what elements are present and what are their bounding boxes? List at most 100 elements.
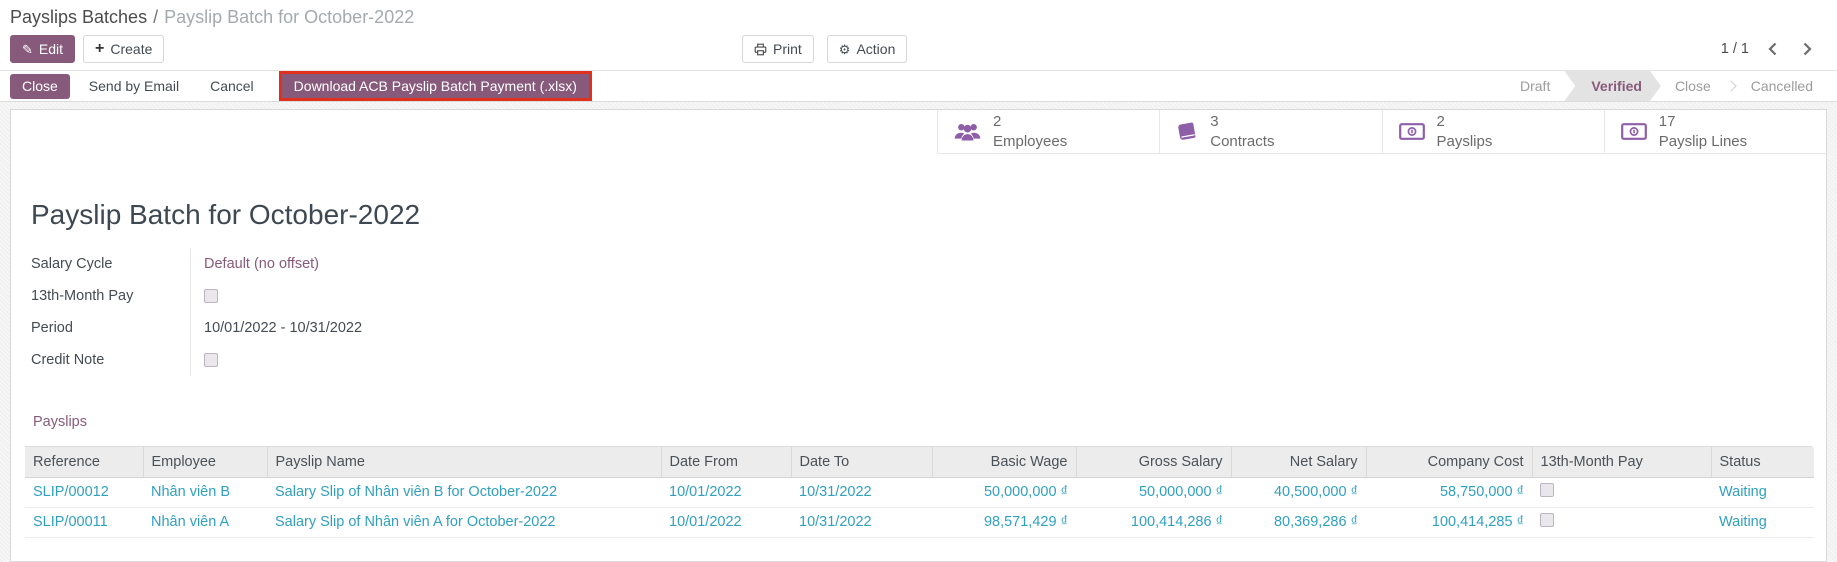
cell-gross-salary[interactable]: 50,000,000 ₫ — [1076, 477, 1231, 508]
edit-button[interactable]: ✎ Edit — [10, 35, 76, 63]
status-step-cancelled[interactable]: Cancelled — [1741, 78, 1823, 94]
pencil-icon: ✎ — [22, 41, 33, 57]
cell-net-salary[interactable]: 40,500,000 ₫ — [1231, 477, 1366, 508]
breadcrumb-parent-link[interactable]: Payslips Batches — [10, 7, 147, 27]
pager-previous-button[interactable] — [1761, 40, 1784, 58]
cancel-button[interactable]: Cancel — [198, 74, 266, 99]
column-header-date-to[interactable]: Date To — [791, 447, 933, 478]
action-button[interactable]: ⚙ Action — [826, 35, 908, 63]
control-panel-buttons: ✎ Edit + Create Print ⚙ Action 1 / 1 — [10, 35, 1821, 63]
field-credit-note: Credit Note — [31, 344, 591, 376]
cell-13th-month-pay — [1532, 477, 1711, 508]
field-label-period: Period — [31, 312, 191, 344]
cell-status[interactable]: Waiting — [1711, 507, 1814, 538]
tab-payslips[interactable]: Payslips — [33, 414, 87, 430]
cell-date-to[interactable]: 10/31/2022 — [791, 477, 932, 508]
field-salary-cycle: Salary Cycle Default (no offset) — [31, 248, 591, 280]
create-button[interactable]: + Create — [83, 35, 165, 63]
stat-button-payslips[interactable]: 2 Payslips — [1381, 110, 1604, 153]
cell-13th-month-pay — [1532, 507, 1711, 538]
column-header-payslip-name[interactable]: Payslip Name — [267, 447, 662, 478]
field-label-credit-note: Credit Note — [31, 344, 191, 376]
plus-icon: + — [95, 40, 105, 57]
cell-status[interactable]: Waiting — [1711, 477, 1814, 508]
stat-button-payslip-lines[interactable]: 17 Payslip Lines — [1603, 110, 1826, 153]
edit-button-label: Edit — [38, 41, 64, 57]
column-header-net-salary[interactable]: Net Salary — [1231, 447, 1367, 478]
notebook-tabs: Payslips — [25, 412, 1812, 447]
cell-date-from[interactable]: 10/01/2022 — [661, 477, 791, 508]
print-button[interactable]: Print — [742, 35, 814, 63]
cell-basic-wage[interactable]: 98,571,429 ₫ — [932, 507, 1076, 538]
cell-company-cost[interactable]: 100,414,285 ₫ — [1366, 507, 1532, 538]
column-header-basic-wage[interactable]: Basic Wage — [932, 447, 1077, 478]
field-period: Period 10/01/2022 - 10/31/2022 — [31, 312, 591, 344]
cell-company-cost[interactable]: 58,750,000 ₫ — [1366, 477, 1532, 508]
stat-value-payslips: 2 — [1436, 113, 1445, 130]
stat-label-payslip-lines: Payslip Lines — [1658, 132, 1748, 150]
table-row: SLIP/00012 Nhân viên B Salary Slip of Nh… — [25, 477, 1814, 508]
stat-button-box: 2 Employees 3 Contracts 2 Payslips 17 Pa… — [937, 110, 1826, 154]
printer-icon — [754, 43, 767, 56]
cell-gross-salary[interactable]: 100,414,286 ₫ — [1076, 507, 1231, 538]
stat-value-payslip-lines: 17 — [1658, 113, 1676, 130]
money-icon — [1620, 123, 1647, 140]
breadcrumb-current: Payslip Batch for October-2022 — [164, 7, 415, 27]
chevron-left-icon — [1768, 42, 1777, 56]
cell-employee[interactable]: Nhân viên A — [143, 507, 267, 538]
column-header-employee[interactable]: Employee — [143, 447, 268, 478]
stat-label-contracts: Contracts — [1210, 132, 1275, 150]
print-button-label: Print — [773, 41, 802, 57]
page-title: Payslip Batch for October-2022 — [31, 199, 421, 230]
breadcrumb-separator: / — [153, 7, 159, 27]
cell-payslip-name[interactable]: Salary Slip of Nhân viên B for October-2… — [267, 477, 661, 508]
users-icon — [954, 122, 981, 141]
cell-reference[interactable]: SLIP/00011 — [25, 507, 143, 538]
column-header-status[interactable]: Status — [1711, 447, 1814, 478]
status-step-verified[interactable]: Verified — [1564, 71, 1661, 101]
status-step-close[interactable]: Close — [1665, 78, 1721, 94]
column-header-13th-month-pay[interactable]: 13th-Month Pay — [1532, 447, 1712, 478]
status-steps: Draft Verified Close Cancelled — [1510, 71, 1837, 101]
stat-button-contracts[interactable]: 3 Contracts — [1159, 110, 1382, 153]
column-header-reference[interactable]: Reference — [25, 447, 144, 478]
cell-net-salary[interactable]: 80,369,286 ₫ — [1231, 507, 1366, 538]
row-13th-month-pay-checkbox[interactable] — [1540, 483, 1554, 497]
column-header-company-cost[interactable]: Company Cost — [1366, 447, 1533, 478]
table-header-row: Reference Employee Payslip Name Date Fro… — [25, 447, 1814, 478]
gear-icon: ⚙ — [838, 41, 851, 57]
13th-month-pay-checkbox[interactable] — [204, 289, 218, 303]
cell-employee[interactable]: Nhân viên B — [143, 477, 267, 508]
stat-button-employees[interactable]: 2 Employees — [937, 110, 1160, 153]
payslips-table: Reference Employee Payslip Name Date Fro… — [25, 447, 1814, 538]
close-button[interactable]: Close — [10, 73, 70, 99]
stat-label-employees: Employees — [993, 132, 1068, 150]
field-label-13th-month-pay: 13th-Month Pay — [31, 280, 191, 312]
pager: 1 / 1 — [1721, 35, 1819, 63]
chevron-separator-icon — [1725, 80, 1737, 92]
book-icon — [1176, 121, 1198, 143]
row-13th-month-pay-checkbox[interactable] — [1540, 513, 1554, 527]
money-icon — [1398, 123, 1425, 140]
stat-value-employees: 2 — [993, 113, 1002, 130]
form-sheet: 2 Employees 3 Contracts 2 Payslips 17 Pa… — [10, 109, 1827, 562]
send-by-email-button[interactable]: Send by Email — [77, 74, 191, 99]
field-value-period: 10/01/2022 - 10/31/2022 — [204, 320, 363, 336]
field-13th-month-pay: 13th-Month Pay — [31, 280, 591, 312]
credit-note-checkbox[interactable] — [204, 353, 218, 367]
cell-date-from[interactable]: 10/01/2022 — [661, 507, 791, 538]
column-header-date-from[interactable]: Date From — [661, 447, 792, 478]
field-value-salary-cycle[interactable]: Default (no offset) — [191, 248, 591, 280]
stat-label-payslips: Payslips — [1436, 132, 1493, 150]
download-acb-payslip-batch-button[interactable]: Download ACB Payslip Batch Payment (.xls… — [281, 74, 589, 98]
cell-date-to[interactable]: 10/31/2022 — [791, 507, 932, 538]
cell-basic-wage[interactable]: 50,000,000 ₫ — [932, 477, 1076, 508]
column-header-gross-salary[interactable]: Gross Salary — [1076, 447, 1232, 478]
pager-value: 1 / 1 — [1720, 41, 1749, 57]
download-highlight-box: Download ACB Payslip Batch Payment (.xls… — [278, 71, 592, 101]
pager-next-button[interactable] — [1796, 40, 1819, 58]
status-step-draft[interactable]: Draft — [1510, 78, 1560, 94]
cell-payslip-name[interactable]: Salary Slip of Nhân viên A for October-2… — [267, 507, 661, 538]
cell-reference[interactable]: SLIP/00012 — [25, 477, 143, 508]
create-button-label: Create — [110, 41, 153, 57]
